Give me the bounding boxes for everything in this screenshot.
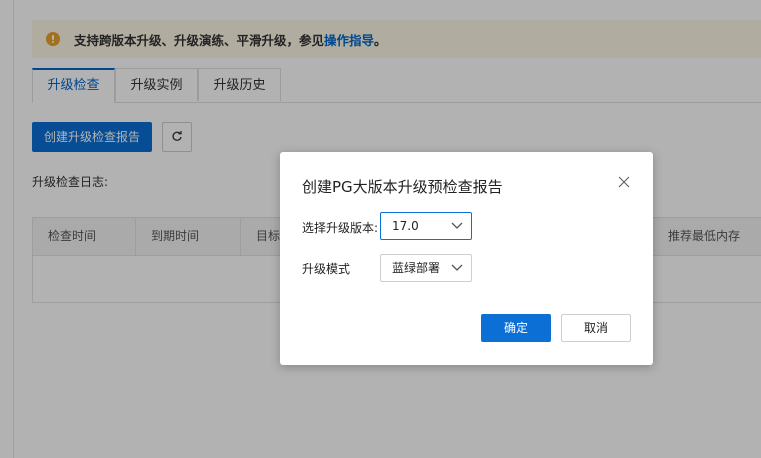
version-value: 17.0 xyxy=(392,219,419,233)
version-label: 选择升级版本: xyxy=(302,221,379,235)
mode-label: 升级模式 xyxy=(302,262,351,276)
mode-value: 蓝绿部署 xyxy=(392,261,441,275)
chevron-down-icon xyxy=(451,222,463,229)
create-report-dialog: 创建PG大版本升级预检查报告 选择升级版本: 17.0 升级模式 蓝绿部署 确定… xyxy=(280,152,653,365)
chevron-down-icon xyxy=(451,264,463,271)
cancel-button[interactable]: 取消 xyxy=(561,314,631,342)
close-icon[interactable] xyxy=(617,175,631,189)
confirm-button[interactable]: 确定 xyxy=(481,314,551,342)
dialog-title: 创建PG大版本升级预检查报告 xyxy=(302,178,503,196)
version-select[interactable]: 17.0 xyxy=(380,212,472,240)
mode-select[interactable]: 蓝绿部署 xyxy=(380,254,472,282)
